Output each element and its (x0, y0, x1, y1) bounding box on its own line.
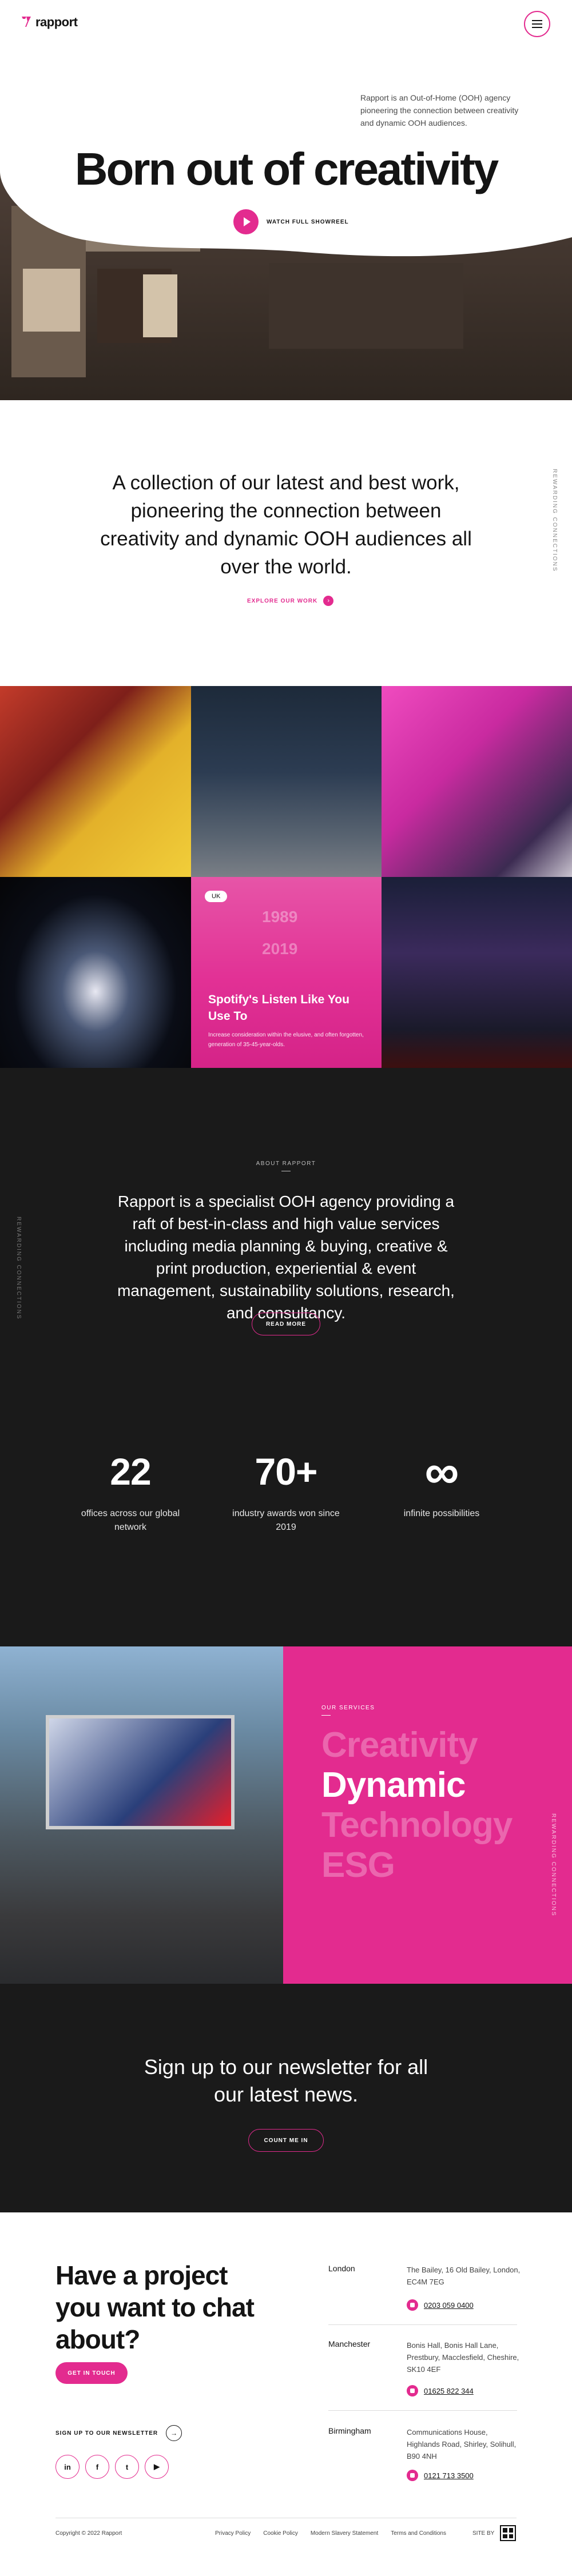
about-section: ABOUT RAPPORT Rapport is a specialist OO… (0, 1068, 572, 1646)
newsletter-signup-link[interactable]: SIGN UP TO OUR NEWSLETTER → (55, 2425, 182, 2441)
phone-number: 0203 059 0400 (424, 2300, 474, 2310)
stat-value: 70+ (255, 1450, 318, 1493)
hero-section: rapport Rapport is an Out-of-Home (OOH) … (0, 0, 572, 400)
office-address: Bonis Hall, Bonis Hall Lane, Prestbury, … (407, 2341, 519, 2374)
footer: Have a project you want to chat about? G… (0, 2212, 572, 2576)
showreel-label: WATCH FULL SHOWREEL (267, 218, 349, 225)
office-address: Communications House, Highlands Road, Sh… (407, 2428, 517, 2461)
work-tile-featured[interactable]: UK 1989 2019 Spotify's Listen Like You U… (191, 877, 382, 1068)
side-label: REWARDING CONNECTIONS (551, 469, 558, 572)
get-in-touch-button[interactable]: GET IN TOUCH (55, 2362, 128, 2384)
office-address: The Bailey, 16 Old Bailey, London, EC4M … (407, 2266, 521, 2286)
service-esg[interactable]: ESG (321, 1845, 395, 1885)
explore-work-link[interactable]: EXPLORE OUR WORK › (247, 596, 334, 606)
about-text: Rapport is a specialist OOH agency provi… (117, 1193, 455, 1322)
count-me-in-button[interactable]: COUNT ME IN (248, 2129, 324, 2152)
infinity-icon: ∞ (424, 1445, 459, 1498)
intro-section: A collection of our latest and best work… (0, 400, 572, 686)
service-dynamic[interactable]: Dynamic (321, 1765, 466, 1805)
arrow-right-icon: › (323, 596, 334, 606)
stat-label: offices across our global network (81, 1509, 180, 1532)
hero-intro-text: Rapport is an Out-of-Home (OOH) agency p… (360, 93, 519, 127)
phone-icon (407, 2299, 418, 2311)
phone-number: 0121 713 3500 (424, 2471, 474, 2480)
office-phone-link[interactable]: 01625 822 344 (407, 2385, 474, 2396)
newsletter-text: Sign up to our newsletter for all our la… (144, 2055, 428, 2106)
services-section: OUR SERVICES Creativity Dynamic Technolo… (0, 1646, 572, 1984)
office-phone-link[interactable]: 0203 059 0400 (407, 2299, 474, 2311)
region-tag: UK (205, 891, 228, 902)
work-tile-3[interactable] (382, 686, 572, 877)
phone-icon (407, 2385, 418, 2396)
phone-icon (407, 2470, 418, 2481)
cookie-policy-link[interactable]: Cookie Policy (263, 2530, 298, 2537)
stat-possibilities: ∞ infinite possibilities (384, 1445, 499, 1521)
office-city: London (328, 2264, 355, 2273)
intro-text: A collection of our latest and best work… (100, 472, 472, 578)
stat-offices: 22 offices across our global network (73, 1450, 188, 1534)
privacy-policy-link[interactable]: Privacy Policy (215, 2530, 251, 2537)
office-city: Birmingham (328, 2426, 371, 2435)
terms-link[interactable]: Terms and Conditions (391, 2530, 446, 2537)
menu-button[interactable] (524, 11, 550, 37)
signup-label: SIGN UP TO OUR NEWSLETTER (55, 2430, 158, 2437)
stat-label: infinite possibilities (403, 1509, 480, 1518)
billboard-image (46, 1715, 235, 1829)
work-tile-1[interactable] (0, 686, 191, 877)
newsletter-section: Sign up to our newsletter for all our la… (0, 1984, 572, 2212)
site-by-label: SITE BY (472, 2530, 495, 2537)
read-more-button[interactable]: READ MORE (252, 1313, 320, 1335)
explore-label: EXPLORE OUR WORK (247, 597, 318, 604)
services-panel: OUR SERVICES Creativity Dynamic Technolo… (283, 1646, 572, 1984)
work-tile-2[interactable] (191, 686, 382, 877)
hamburger-icon (532, 20, 542, 21)
modern-slavery-link[interactable]: Modern Slavery Statement (311, 2530, 378, 2537)
logo-text: rapport (35, 15, 78, 29)
stat-label: industry awards won since 2019 (232, 1509, 340, 1532)
stat-value: 22 (110, 1450, 151, 1493)
linkedin-icon[interactable]: in (55, 2455, 80, 2479)
social-links: in f t ▶ (55, 2455, 169, 2479)
work-tile-6[interactable] (382, 877, 572, 1068)
stat-awards: 70+ industry awards won since 2019 (229, 1450, 343, 1534)
cta-title: Have a project you want to chat about? (55, 2260, 255, 2354)
rapport-logo[interactable]: rapport (21, 15, 78, 30)
office-city: Manchester (328, 2339, 371, 2348)
work-grid: UK 1989 2019 Spotify's Listen Like You U… (0, 686, 572, 1068)
about-label: ABOUT RAPPORT (256, 1161, 316, 1167)
arrow-right-icon: → (166, 2425, 182, 2441)
watch-showreel-button[interactable]: WATCH FULL SHOWREEL (233, 209, 349, 234)
service-creativity[interactable]: Creativity (321, 1725, 478, 1765)
hero-curve-shape (0, 0, 572, 257)
youtube-icon[interactable]: ▶ (145, 2455, 169, 2479)
hero-title: Born out of creativity (74, 143, 499, 194)
work-tile-4[interactable] (0, 877, 191, 1068)
play-icon (233, 209, 259, 234)
facebook-icon[interactable]: f (85, 2455, 109, 2479)
twitter-icon[interactable]: t (115, 2455, 139, 2479)
agency-badge-icon[interactable] (500, 2525, 516, 2541)
logo-mark-icon (22, 17, 31, 27)
services-photo (0, 1646, 283, 1984)
copyright: Copyright © 2022 Rapport (55, 2530, 122, 2537)
featured-years: 1989 2019 (262, 908, 298, 958)
legal-links: Privacy Policy Cookie Policy Modern Slav… (215, 2530, 446, 2537)
side-label: REWARDING CONNECTIONS (15, 1217, 22, 1320)
services-label: OUR SERVICES (321, 1705, 375, 1711)
office-phone-link[interactable]: 0121 713 3500 (407, 2470, 474, 2481)
featured-description: Increase consideration within the elusiv… (208, 1032, 364, 1048)
service-technology[interactable]: Technology (321, 1805, 513, 1845)
phone-number: 01625 822 344 (424, 2386, 474, 2395)
side-label: REWARDING CONNECTIONS (550, 1813, 557, 1917)
featured-title: Spotify's Listen Like You Use To (208, 993, 349, 1023)
